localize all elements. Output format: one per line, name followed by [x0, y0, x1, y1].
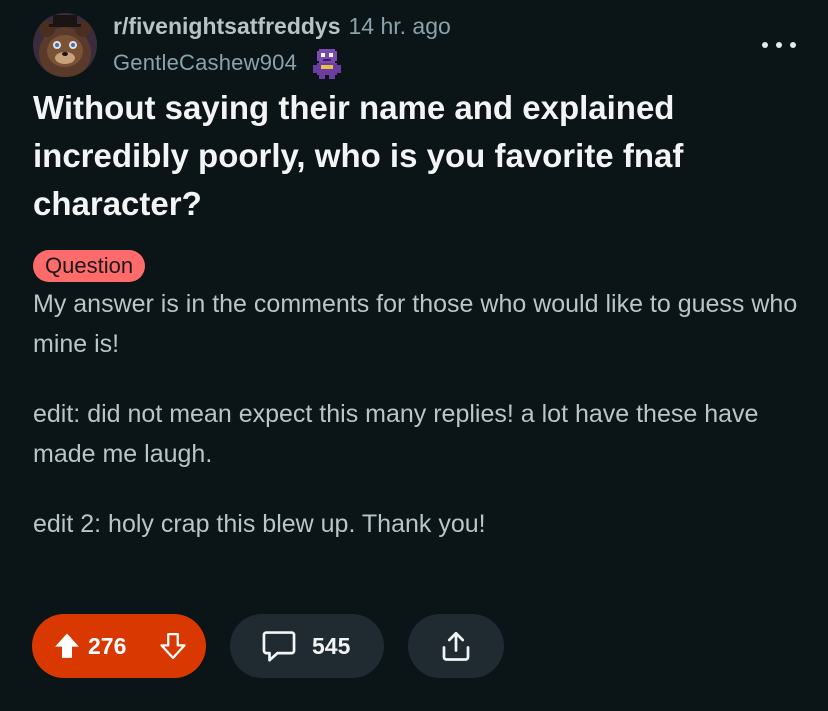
author-username[interactable]: GentleCashew904 — [113, 50, 297, 76]
post-body: My answer is in the comments for those w… — [33, 284, 803, 574]
post-title[interactable]: Without saying their name and explained … — [33, 84, 793, 228]
freddy-avatar-image — [33, 13, 97, 77]
comments-button[interactable]: 545 — [230, 614, 384, 678]
more-dot — [762, 42, 768, 48]
more-dot — [790, 42, 796, 48]
more-dot — [776, 42, 782, 48]
subreddit-avatar[interactable] — [33, 13, 97, 77]
post-body-paragraph: edit: did not mean expect this many repl… — [33, 400, 759, 468]
upvote-arrow-icon[interactable] — [52, 631, 82, 661]
share-button[interactable] — [408, 614, 504, 678]
vote-control: 276 — [32, 614, 206, 678]
post-meta: r/fivenightsatfreddys 14 hr. ago GentleC… — [113, 13, 451, 79]
share-icon — [438, 628, 474, 664]
post-meta-top: r/fivenightsatfreddys 14 hr. ago — [113, 13, 451, 40]
comment-bubble-icon — [260, 627, 298, 665]
post-body-paragraph: edit 2: holy crap this blew up. Thank yo… — [33, 510, 486, 538]
post-action-bar: 276 545 — [32, 614, 504, 678]
comment-count: 545 — [312, 632, 351, 659]
vote-count: 276 — [88, 632, 127, 659]
post-body-paragraph: My answer is in the comments for those w… — [33, 290, 798, 358]
subreddit-name[interactable]: r/fivenightsatfreddys — [113, 13, 341, 40]
downvote-arrow-icon[interactable] — [158, 631, 188, 661]
post-meta-bottom: GentleCashew904 — [113, 47, 451, 79]
more-options-icon[interactable] — [762, 36, 796, 54]
post-timestamp: 14 hr. ago — [348, 13, 451, 39]
post-flair[interactable]: Question — [33, 250, 146, 282]
purple-guy-pixel-icon — [311, 47, 343, 79]
